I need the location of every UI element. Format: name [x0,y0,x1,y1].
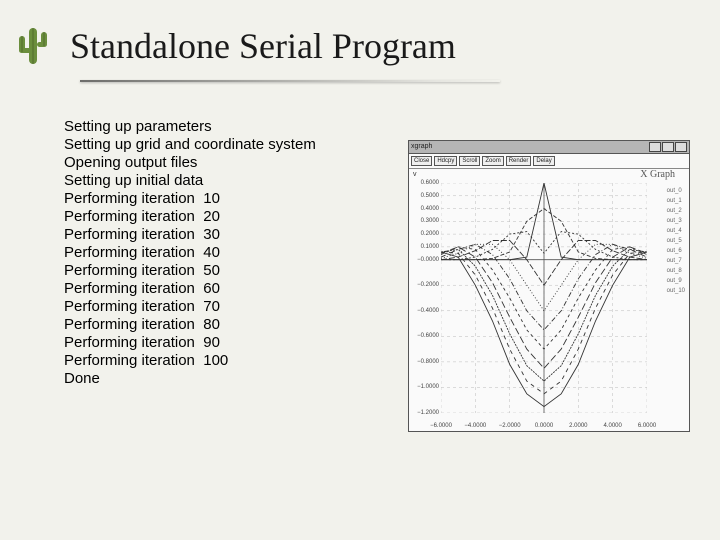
window-buttons [649,142,687,152]
cactus-logo-icon [14,22,52,70]
terminal-line: Performing iteration 30 [64,226,316,244]
terminal-line: Performing iteration 90 [64,334,316,352]
xgraph-titlebar: xgraph [409,141,689,154]
terminal-line: Performing iteration 40 [64,244,316,262]
x-tick: −6.0000 [430,423,452,429]
toolbar-render-button[interactable]: Render [506,156,532,166]
plot-area [441,183,647,413]
toolbar-hdcpy-button[interactable]: Hdcpy [434,156,457,166]
chart-title: X Graph [640,169,675,180]
x-tick: −4.0000 [464,423,486,429]
y-tick: −0.8000 [413,359,439,365]
xgraph-window-title: xgraph [411,141,432,153]
y-tick: −0.6000 [413,333,439,339]
terminal-line: Setting up initial data [64,172,316,190]
terminal-line: Setting up grid and coordinate system [64,136,316,154]
legend-item: out_3 [667,217,685,225]
y-axis-label: v [413,171,417,178]
legend-item: out_7 [667,257,685,265]
terminal-line: Performing iteration 20 [64,208,316,226]
x-tick: 6.0000 [638,423,656,429]
slide-title: Standalone Serial Program [70,22,456,66]
y-tick: −1.0000 [413,384,439,390]
legend-item: out_0 [667,187,685,195]
terminal-line: Opening output files [64,154,316,172]
terminal-line: Performing iteration 100 [64,352,316,370]
y-tick: −1.2000 [413,410,439,416]
y-tick: 0.5000 [413,193,439,199]
terminal-line: Performing iteration 80 [64,316,316,334]
terminal-line: Performing iteration 60 [64,280,316,298]
toolbar-close-button[interactable]: Close [411,156,432,166]
legend-item: out_4 [667,227,685,235]
legend: out_0 out_1 out_2 out_3 out_4 out_5 out_… [667,187,685,295]
terminal-line: Done [64,370,316,388]
window-maximize-icon[interactable] [662,142,674,152]
header: Standalone Serial Program [0,0,720,70]
y-tick: 0.4000 [413,206,439,212]
x-tick: −2.0000 [499,423,521,429]
terminal-output: Setting up parameters Setting up grid an… [64,118,316,388]
legend-item: out_9 [667,277,685,285]
y-tick: −0.0000 [413,257,439,263]
legend-item: out_5 [667,237,685,245]
x-tick: 0.0000 [535,423,553,429]
terminal-line: Performing iteration 50 [64,262,316,280]
title-underline [80,80,500,82]
y-tick: 0.1000 [413,244,439,250]
window-minimize-icon[interactable] [649,142,661,152]
y-tick: −0.4000 [413,308,439,314]
plot-svg [441,183,647,413]
x-tick: 2.0000 [569,423,587,429]
terminal-line: Performing iteration 10 [64,190,316,208]
legend-item: out_10 [667,287,685,295]
toolbar-delay-button[interactable]: Delay [533,156,554,166]
window-close-icon[interactable] [675,142,687,152]
legend-item: out_2 [667,207,685,215]
y-tick: 0.2000 [413,231,439,237]
terminal-line: Setting up parameters [64,118,316,136]
legend-item: out_1 [667,197,685,205]
y-tick: −0.2000 [413,282,439,288]
xgraph-toolbar: Close Hdcpy Scroll Zoom Render Delay [409,154,689,169]
xgraph-window: xgraph Close Hdcpy Scroll Zoom Render De… [408,140,690,432]
terminal-line: Performing iteration 70 [64,298,316,316]
legend-item: out_6 [667,247,685,255]
legend-item: out_8 [667,267,685,275]
toolbar-scroll-button[interactable]: Scroll [459,156,480,166]
y-tick: 0.6000 [413,180,439,186]
toolbar-zoom-button[interactable]: Zoom [482,156,503,166]
slide: Standalone Serial Program Setting up par… [0,0,720,540]
x-tick: 4.0000 [603,423,621,429]
y-tick: 0.3000 [413,218,439,224]
